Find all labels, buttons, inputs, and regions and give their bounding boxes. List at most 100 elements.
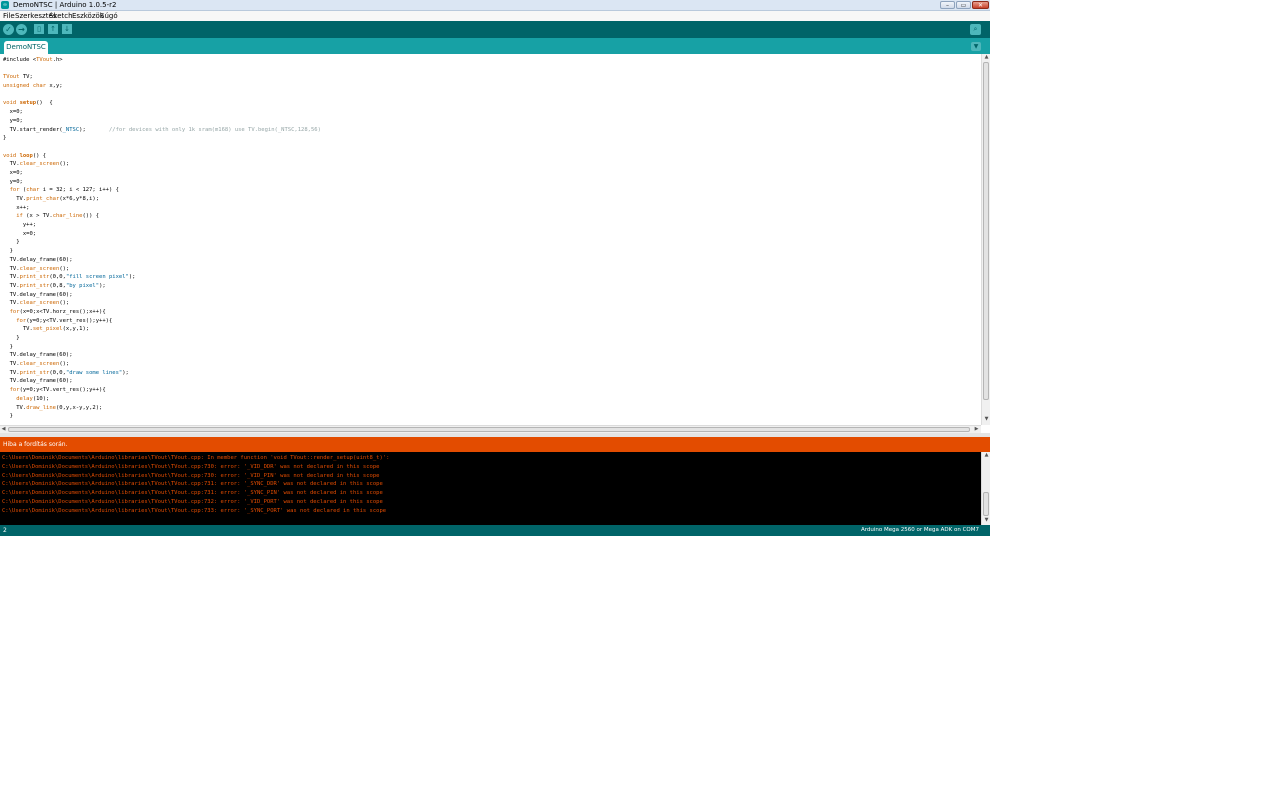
- toolbar: ✓ → ▯ ↑ ↓ ⌕: [0, 21, 990, 38]
- code-line[interactable]: x=0;: [3, 230, 321, 239]
- new-file-icon: ▯: [37, 25, 41, 33]
- console-scroll-up-icon[interactable]: ▲: [983, 452, 990, 459]
- minimize-button[interactable]: –: [940, 1, 955, 9]
- code-line[interactable]: void setup() {: [3, 99, 321, 108]
- upload-button[interactable]: →: [16, 24, 27, 35]
- line-number: 2: [3, 527, 7, 534]
- new-button[interactable]: ▯: [34, 24, 44, 34]
- code-line[interactable]: TV.print_str(0,8,"by pixel");: [3, 282, 321, 291]
- maximize-button[interactable]: ▭: [956, 1, 971, 9]
- console-error-line: C:\Users\Dominik\Documents\Arduino\libra…: [2, 490, 383, 497]
- verify-button[interactable]: ✓: [3, 24, 14, 35]
- menu-help[interactable]: Súgó: [100, 11, 118, 21]
- scroll-up-icon[interactable]: ▲: [983, 54, 990, 61]
- code-line[interactable]: for (char i = 32; i < 127; i++) {: [3, 186, 321, 195]
- code-line[interactable]: }: [3, 334, 321, 343]
- code-line[interactable]: TV.clear_screen();: [3, 299, 321, 308]
- board-port-info: Arduino Mega 2560 or Mega ADK on COM7: [861, 527, 979, 533]
- code-line[interactable]: x=0;: [3, 169, 321, 178]
- save-arrow-down-icon: ↓: [64, 25, 70, 33]
- code-line[interactable]: }: [3, 343, 321, 352]
- close-button[interactable]: ✕: [972, 1, 989, 9]
- arduino-ide-window: ∞ DemoNTSC | Arduino 1.0.5-r2 – ▭ ✕ File…: [0, 0, 990, 536]
- close-icon: ✕: [977, 2, 984, 9]
- editor-vertical-scroll-thumb[interactable]: [983, 62, 989, 400]
- code-line[interactable]: y=0;: [3, 117, 321, 126]
- code-line[interactable]: TV.start_render(_NTSC); //for devices wi…: [3, 126, 321, 135]
- arrow-right-icon: →: [18, 25, 25, 34]
- code-text[interactable]: #include <TVout.h> TVout TV; unsigned cha…: [3, 56, 321, 421]
- menu-bar: File Szerkesztés Sketch Eszközök Súgó: [0, 11, 990, 21]
- editor-horizontal-scroll-thumb[interactable]: [8, 427, 970, 432]
- console-scroll-down-icon[interactable]: ▼: [983, 517, 990, 524]
- tab-demontsc[interactable]: DemoNTSC: [4, 41, 48, 54]
- window-title: DemoNTSC | Arduino 1.0.5-r2: [13, 1, 117, 9]
- open-button[interactable]: ↑: [48, 24, 58, 34]
- code-line[interactable]: }: [3, 412, 321, 421]
- chevron-down-icon: ▼: [973, 43, 979, 50]
- code-line[interactable]: for(x=0;x<TV.horz_res();x++){: [3, 308, 321, 317]
- title-bar: ∞ DemoNTSC | Arduino 1.0.5-r2 – ▭ ✕: [0, 0, 990, 11]
- code-line[interactable]: TV.print_str(0,0,"fill screen pixel");: [3, 273, 321, 282]
- code-line[interactable]: void loop() {: [3, 152, 321, 161]
- code-line[interactable]: TV.clear_screen();: [3, 265, 321, 274]
- code-line[interactable]: TV.print_char(x*6,y*8,i);: [3, 195, 321, 204]
- menu-file[interactable]: File: [3, 11, 15, 21]
- code-line[interactable]: for(y=0;y<TV.vert_res();y++){: [3, 386, 321, 395]
- code-line[interactable]: }: [3, 238, 321, 247]
- footer-status: 2 Arduino Mega 2560 or Mega ADK on COM7: [0, 525, 990, 536]
- console-error-line: C:\Users\Dominik\Documents\Arduino\libra…: [2, 463, 380, 470]
- code-line[interactable]: y=0;: [3, 178, 321, 187]
- code-line[interactable]: TV.clear_screen();: [3, 360, 321, 369]
- check-icon: ✓: [5, 25, 12, 34]
- maximize-icon: ▭: [960, 2, 967, 9]
- code-line[interactable]: TV.delay_frame(60);: [3, 351, 321, 360]
- code-line[interactable]: unsigned char x,y;: [3, 82, 321, 91]
- code-line[interactable]: if (x > TV.char_line()) {: [3, 212, 321, 221]
- scroll-right-icon[interactable]: ▶: [973, 426, 980, 433]
- error-status-bar: Hiba a fordítás során.: [0, 437, 990, 452]
- scroll-left-icon[interactable]: ◀: [0, 426, 7, 433]
- serial-monitor-button[interactable]: ⌕: [970, 24, 981, 35]
- code-line[interactable]: TV.delay_frame(60);: [3, 377, 321, 386]
- menu-sketch[interactable]: Sketch: [49, 11, 73, 21]
- code-line[interactable]: [3, 143, 321, 152]
- console-scrollbar[interactable]: ▲ ▼: [981, 452, 990, 525]
- code-line[interactable]: #include <TVout.h>: [3, 56, 321, 65]
- minimize-icon: –: [946, 2, 949, 9]
- code-line[interactable]: [3, 65, 321, 74]
- console-error-line: C:\Users\Dominik\Documents\Arduino\libra…: [2, 507, 387, 514]
- status-message: Hiba a fordítás során.: [3, 441, 68, 448]
- code-editor[interactable]: #include <TVout.h> TVout TV; unsigned cha…: [0, 54, 981, 425]
- console-error-line: C:\Users\Dominik\Documents\Arduino\libra…: [2, 498, 383, 505]
- code-line[interactable]: [3, 91, 321, 100]
- tab-bar: DemoNTSC ▼: [0, 38, 990, 54]
- code-line[interactable]: y++;: [3, 221, 321, 230]
- console-error-line: C:\Users\Dominik\Documents\Arduino\libra…: [2, 455, 390, 461]
- console-error-line: C:\Users\Dominik\Documents\Arduino\libra…: [2, 472, 380, 479]
- editor-vertical-scrollbar[interactable]: ▲ ▼: [981, 54, 990, 425]
- code-line[interactable]: delay(10);: [3, 395, 321, 404]
- console-lines: C:\Users\Dominik\Documents\Arduino\libra…: [2, 454, 389, 516]
- code-line[interactable]: TV.set_pixel(x,y,1);: [3, 325, 321, 334]
- console-scroll-thumb[interactable]: [983, 492, 989, 516]
- open-arrow-up-icon: ↑: [50, 25, 56, 33]
- code-line[interactable]: TV.delay_frame(60);: [3, 256, 321, 265]
- code-line[interactable]: x=0;: [3, 108, 321, 117]
- console-error-line: C:\Users\Dominik\Documents\Arduino\libra…: [2, 481, 383, 488]
- code-line[interactable]: }: [3, 134, 321, 143]
- tab-menu-button[interactable]: ▼: [971, 42, 981, 51]
- save-button[interactable]: ↓: [62, 24, 72, 34]
- code-line[interactable]: TV.draw_line(0,y,x-y,y,2);: [3, 404, 321, 413]
- console-output[interactable]: C:\Users\Dominik\Documents\Arduino\libra…: [0, 452, 981, 525]
- code-line[interactable]: TVout TV;: [3, 73, 321, 82]
- magnifier-icon: ⌕: [973, 25, 978, 33]
- code-line[interactable]: TV.clear_screen();: [3, 160, 321, 169]
- editor-horizontal-scrollbar[interactable]: ◀ ▶: [0, 425, 981, 433]
- code-line[interactable]: x++;: [3, 204, 321, 213]
- code-line[interactable]: for(y=0;y<TV.vert_res();y++){: [3, 317, 321, 326]
- code-line[interactable]: }: [3, 247, 321, 256]
- code-line[interactable]: TV.delay_frame(60);: [3, 291, 321, 300]
- scroll-down-icon[interactable]: ▼: [983, 416, 990, 423]
- code-line[interactable]: TV.print_str(0,0,"draw some lines");: [3, 369, 321, 378]
